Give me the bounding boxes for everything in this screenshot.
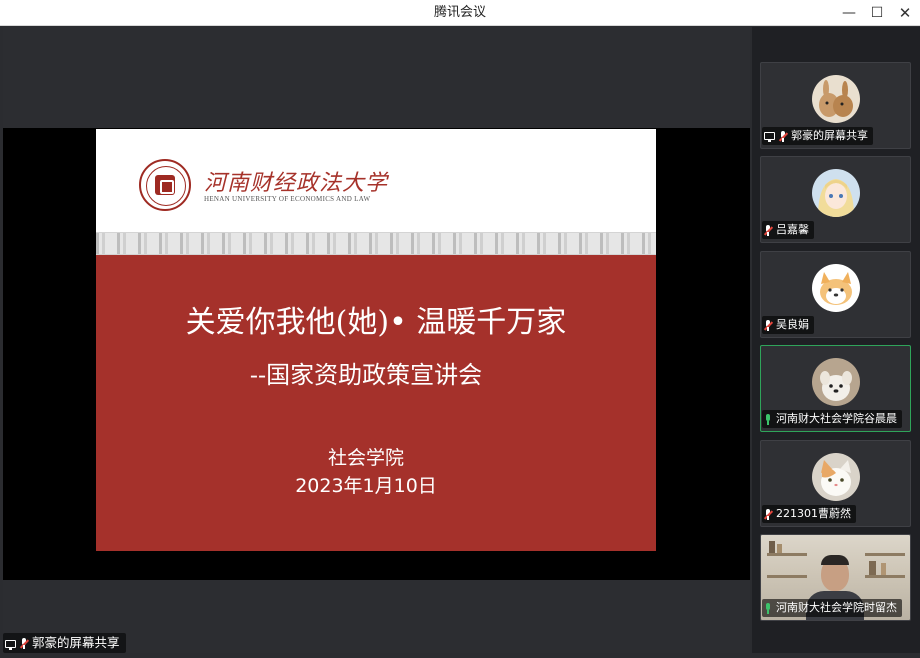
participant-label: 河南财大社会学院谷晨晨 bbox=[762, 410, 902, 428]
screen-share-label: 郭豪的屏幕共享 bbox=[3, 633, 126, 653]
participant-tile-active[interactable]: 河南财大社会学院谷晨晨 bbox=[760, 345, 911, 432]
university-name-en: HENAN UNIVERSITY OF ECONOMICS AND LAW bbox=[204, 195, 371, 203]
dog-avatar bbox=[812, 264, 860, 312]
participant-name: 221301曹蔚然 bbox=[776, 507, 851, 520]
slide-title: 关爱你我他(她)• 温暖千万家 bbox=[185, 305, 567, 340]
participant-label: 吕嘉馨 bbox=[762, 221, 814, 239]
participant-label: 河南财大社会学院时留杰 bbox=[762, 599, 902, 617]
close-button[interactable]: ✕ bbox=[890, 0, 920, 26]
window-title: 腾讯会议 bbox=[433, 5, 486, 20]
participant-tile[interactable]: 吴良娟 bbox=[760, 251, 911, 338]
mic-muted-icon bbox=[763, 508, 774, 520]
participant-tile-video[interactable]: 河南财大社会学院时留杰 bbox=[760, 534, 911, 621]
participant-name: 河南财大社会学院谷晨晨 bbox=[776, 412, 897, 425]
participant-label: 221301曹蔚然 bbox=[762, 505, 856, 523]
participant-tile[interactable]: 221301曹蔚然 bbox=[760, 440, 911, 527]
main-video-area[interactable]: 河南财经政法大学 HENAN UNIVERSITY OF ECONOMICS A… bbox=[3, 27, 750, 653]
mic-muted-icon bbox=[778, 130, 789, 142]
slide-date: 2023年1月10日 bbox=[295, 475, 437, 497]
slide-subtitle: --国家资助政策宣讲会 bbox=[249, 361, 483, 389]
university-name-cn: 河南财经政法大学 bbox=[204, 171, 389, 196]
participant-name: 郭豪的屏幕共享 bbox=[791, 129, 868, 142]
maximize-button[interactable]: ☐ bbox=[862, 0, 892, 26]
participant-label: 郭豪的屏幕共享 bbox=[762, 127, 873, 145]
participant-name: 河南财大社会学院时留杰 bbox=[776, 601, 897, 614]
participant-tile[interactable]: 吕嘉馨 bbox=[760, 156, 911, 243]
presentation-slide: 河南财经政法大学 HENAN UNIVERSITY OF ECONOMICS A… bbox=[96, 129, 656, 551]
slide-header: 河南财经政法大学 HENAN UNIVERSITY OF ECONOMICS A… bbox=[96, 129, 656, 232]
decorative-pattern-band bbox=[96, 232, 656, 255]
screen-share-icon bbox=[5, 639, 16, 650]
slide-red-panel: 关爱你我他(她)• 温暖千万家 --国家资助政策宣讲会 社会学院 2023年1月… bbox=[96, 255, 656, 551]
minimize-button[interactable]: — bbox=[834, 0, 864, 26]
participant-name: 吴良娟 bbox=[776, 318, 809, 331]
university-seal-icon bbox=[139, 159, 191, 211]
slide-organization: 社会学院 bbox=[327, 447, 404, 469]
rabbit-avatar bbox=[812, 75, 860, 123]
participant-tile[interactable]: 郭豪的屏幕共享 bbox=[760, 62, 911, 149]
mic-muted-icon bbox=[763, 224, 774, 236]
anime-girl-avatar bbox=[812, 169, 860, 217]
mic-muted-icon bbox=[763, 319, 774, 331]
participant-name: 吕嘉馨 bbox=[776, 223, 809, 236]
participant-sidebar: 郭豪的屏幕共享 吕嘉馨 吴良娟 河南财大社会学院谷晨晨 221301曹蔚然 河南… bbox=[752, 27, 920, 653]
meeting-window: 腾讯会议 — ☐ ✕ 河南财经政法大学 HENAN UNIVERSITY OF … bbox=[0, 0, 920, 658]
mic-icon bbox=[764, 602, 772, 614]
screen-share-icon bbox=[764, 132, 775, 142]
white-dog-avatar bbox=[812, 358, 860, 406]
title-bar: 腾讯会议 — ☐ ✕ bbox=[0, 0, 920, 26]
cat-avatar bbox=[812, 453, 860, 501]
mic-on-icon bbox=[764, 413, 772, 425]
participant-label: 吴良娟 bbox=[762, 316, 814, 334]
screen-share-label-text: 郭豪的屏幕共享 bbox=[32, 635, 120, 650]
mic-muted-icon bbox=[19, 638, 30, 649]
